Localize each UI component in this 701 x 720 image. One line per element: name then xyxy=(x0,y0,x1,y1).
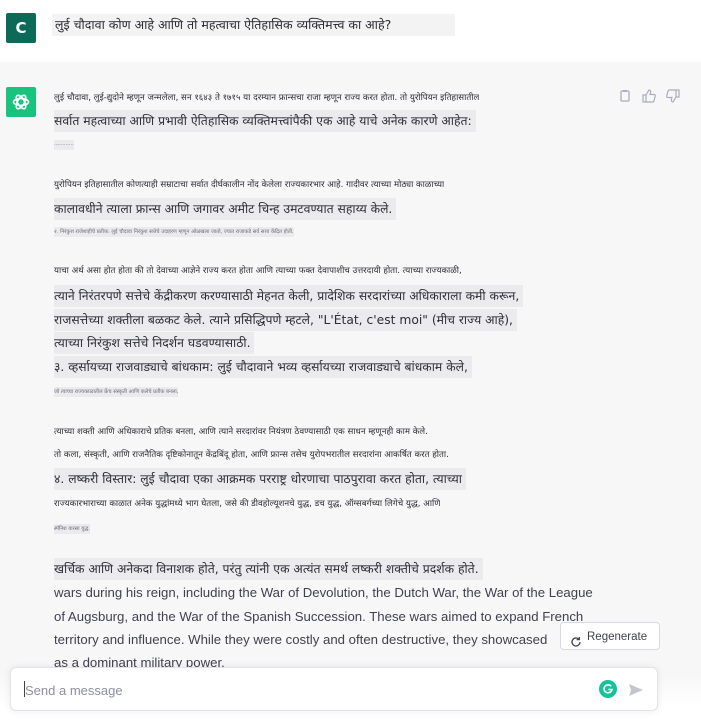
user-message: C लुई चौदावा कोण आहे आणि तो महत्वाचा ऐति… xyxy=(0,0,701,63)
thumbs-up-icon[interactable] xyxy=(642,88,658,104)
refresh-icon xyxy=(570,631,582,647)
response-line: ४. लष्करी विस्तार: लुई चौदावा एका आक्रमक… xyxy=(54,468,466,490)
response-line: खर्चिक आणि अनेकदा विनाशक होते, परंतु त्य… xyxy=(54,558,483,580)
regenerate-label: Regenerate xyxy=(587,631,648,643)
response-line: राज्यकारभाराच्या काळात अनेक युद्धांमध्ये… xyxy=(54,499,441,509)
response-line: wars during his reign, including the War… xyxy=(54,585,593,600)
response-line: युरोपियन इतिहासातील कोणत्याही सम्राटाचा … xyxy=(54,180,445,190)
response-line: त्याच्या शक्ती आणि अधिकाराचे प्रतिक बनला… xyxy=(54,427,428,437)
regenerate-button[interactable]: Regenerate xyxy=(560,622,660,650)
response-line: of Augsburg, and the War of the Spanish … xyxy=(54,609,584,624)
user-message-text: लुई चौदावा कोण आहे आणि तो महत्वाचा ऐतिहा… xyxy=(52,14,455,36)
response-line: लुई चौदावा, लुई-द्युदोने म्हणून जन्मलेला… xyxy=(54,93,480,103)
response-line: याचा अर्थ असा होत होता की तो देवाच्या आज… xyxy=(54,266,462,276)
response-line: त्याने निरंतरपणे सत्तेचे केंद्रीकरण करण्… xyxy=(54,285,524,307)
chatgpt-logo-icon xyxy=(6,87,36,117)
response-line: स्पॅनिश वारसा युद्ध. xyxy=(54,524,91,534)
response-line: तो कला, संस्कृती, आणि राजनैतिक दृष्टिकोन… xyxy=(54,450,449,460)
response-line: कालावधीने त्याला फ्रान्स आणि जगावर अमीट … xyxy=(54,198,397,220)
response-line: राजसत्तेच्या शक्तीला बळकट केले. त्याने प… xyxy=(54,309,517,331)
response-line: जो त्याच्या राज्यकाळातील फ्रेंच संस्कृती… xyxy=(54,387,179,397)
response-line: त्याच्या निरंकुश सत्तेचे निदर्शन घडवण्या… xyxy=(54,332,255,354)
response-line: ············ xyxy=(54,140,74,150)
message-input[interactable] xyxy=(25,680,585,700)
response-line: ३. व्हर्सायच्या राजवाड्याचे बांधकाम: लुई… xyxy=(54,356,472,378)
response-line: territory and influence. While they were… xyxy=(54,632,548,647)
grammarly-icon[interactable] xyxy=(599,680,617,698)
response-line: सर्वात महत्वाच्या आणि प्रभावी ऐतिहासिक व… xyxy=(54,110,476,132)
text-caret xyxy=(24,681,25,697)
send-icon[interactable] xyxy=(627,681,645,699)
user-avatar: C xyxy=(6,13,36,43)
response-line: २. निरंकुश राजेशाहीचे प्रतीक: लुई चौदावा… xyxy=(54,227,294,237)
copy-icon[interactable] xyxy=(618,88,634,104)
thumbs-down-icon[interactable] xyxy=(666,88,682,104)
message-composer xyxy=(10,667,658,711)
message-actions xyxy=(618,88,688,106)
